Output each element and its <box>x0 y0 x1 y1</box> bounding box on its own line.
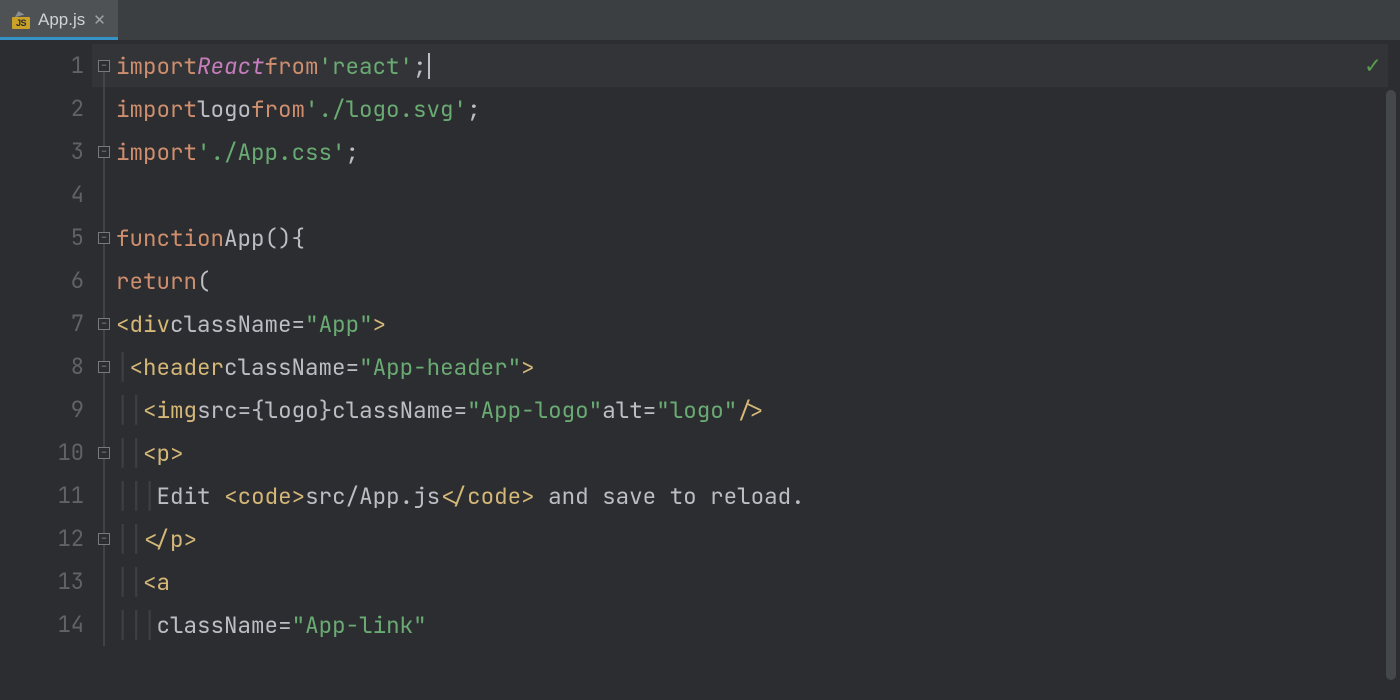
line-number[interactable]: 6 <box>0 259 92 302</box>
js-file-icon: JS <box>12 11 30 29</box>
code-line[interactable]: │ │ <a <box>116 560 805 603</box>
inspection-ok-icon[interactable]: ✓ <box>1366 50 1380 81</box>
tab-filename: App.js <box>38 10 85 30</box>
line-number[interactable]: 9 <box>0 388 92 431</box>
fold-toggle-icon[interactable]: − <box>98 318 110 330</box>
line-number[interactable]: 13 <box>0 560 92 603</box>
fold-toggle-icon[interactable]: − <box>98 447 110 459</box>
fold-toggle-icon[interactable]: − <box>98 146 110 158</box>
code-line[interactable]: │ │ <p> <box>116 431 805 474</box>
vertical-scrollbar[interactable] <box>1386 90 1396 680</box>
line-number[interactable]: 10 <box>0 431 92 474</box>
code-line[interactable]: <div className="App"> <box>116 302 805 345</box>
fold-toggle-icon[interactable]: − <box>98 361 110 373</box>
line-number[interactable]: 12 <box>0 517 92 560</box>
line-number-gutter: 1 2 3 4 5 6 7 8 9 10 11 12 13 14 <box>0 40 92 700</box>
line-number[interactable]: 2 <box>0 87 92 130</box>
code-line[interactable]: function App() { <box>116 216 805 259</box>
tab-bar: JS App.js ✕ <box>0 0 1400 40</box>
line-number[interactable]: 11 <box>0 474 92 517</box>
text-cursor <box>428 53 430 79</box>
file-tab[interactable]: JS App.js ✕ <box>0 0 118 40</box>
code-line[interactable]: import logo from './logo.svg'; <box>116 87 805 130</box>
fold-toggle-icon[interactable]: − <box>98 232 110 244</box>
line-number[interactable]: 3 <box>0 130 92 173</box>
code-line[interactable] <box>116 173 805 216</box>
code-line[interactable]: │ │ </p> <box>116 517 805 560</box>
line-number[interactable]: 14 <box>0 603 92 646</box>
line-number[interactable]: 7 <box>0 302 92 345</box>
line-number[interactable]: 4 <box>0 173 92 216</box>
close-icon[interactable]: ✕ <box>93 11 106 29</box>
fold-toggle-icon[interactable]: − <box>98 533 110 545</box>
code-line[interactable]: │ │ <img src={logo} className="App-logo"… <box>116 388 805 431</box>
line-number[interactable]: 1 <box>0 44 92 87</box>
code-line[interactable]: │ <header className="App-header"> <box>116 345 805 388</box>
code-editor[interactable]: 1 2 3 4 5 6 7 8 9 10 11 12 13 14 − − − −… <box>0 40 1400 700</box>
code-line[interactable]: import './App.css'; <box>116 130 805 173</box>
code-line[interactable]: │ │ │ className="App-link" <box>116 603 805 646</box>
code-area[interactable]: import React from 'react'; import logo f… <box>116 40 805 700</box>
line-number[interactable]: 8 <box>0 345 92 388</box>
code-line[interactable]: │ │ │ Edit <code>src/App.js</code> and s… <box>116 474 805 517</box>
fold-gutter: − − − − − − − <box>92 40 116 700</box>
code-line[interactable]: import React from 'react'; <box>116 44 805 87</box>
line-number[interactable]: 5 <box>0 216 92 259</box>
code-line[interactable]: return ( <box>116 259 805 302</box>
fold-toggle-icon[interactable]: − <box>98 60 110 72</box>
